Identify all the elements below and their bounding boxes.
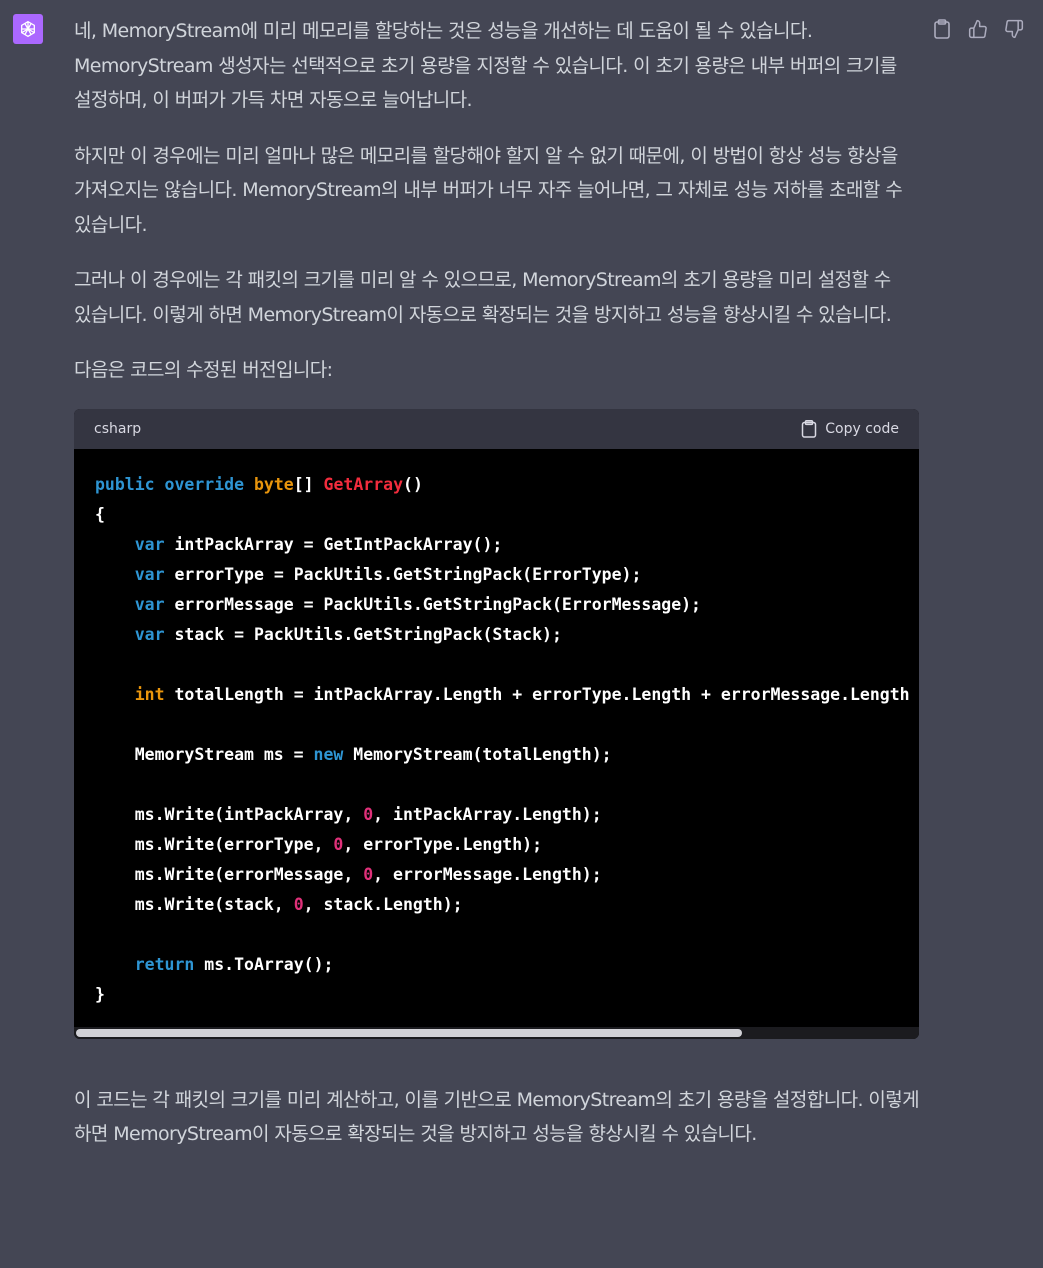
code-token: var	[134, 534, 165, 554]
code-token: 0	[293, 894, 304, 914]
message-actions	[931, 18, 1025, 40]
code-token: return	[134, 954, 195, 974]
code-token: }	[95, 984, 105, 1004]
code-token: public	[95, 474, 155, 494]
copy-code-button[interactable]: Copy code	[801, 419, 899, 438]
code-language-label: csharp	[94, 420, 142, 437]
message-paragraph: 이 코드는 각 패킷의 크기를 미리 계산하고, 이를 기반으로 MemoryS…	[74, 1088, 920, 1146]
code-line: public override byte[] GetArray()	[95, 470, 919, 500]
code-token: MemoryStream ms =	[95, 744, 314, 764]
code-token: errorType = PackUtils.GetStringPack(Erro…	[164, 564, 642, 584]
code-token: ms.Write(stack,	[95, 894, 294, 914]
code-token: , errorMessage.Length);	[373, 864, 602, 884]
code-line: return ms.ToArray();	[95, 950, 919, 980]
clipboard-icon	[934, 19, 950, 39]
clipboard-icon	[802, 419, 817, 438]
code-line: var errorType = PackUtils.GetStringPack(…	[95, 560, 919, 590]
code-line: ms.Write(errorMessage, 0, errorMessage.L…	[95, 860, 919, 890]
code-token: , errorType.Length);	[343, 834, 543, 854]
code-token: 0	[363, 864, 374, 884]
code-token: ms.ToArray();	[194, 954, 334, 974]
thumbs-down-button[interactable]	[1003, 18, 1025, 40]
copy-message-button[interactable]	[931, 18, 953, 40]
thumbs-up-button[interactable]	[967, 18, 989, 40]
scrollbar-thumb[interactable]	[76, 1028, 742, 1037]
message-content: 네, MemoryStream에 미리 메모리를 할당하는 것은 성능을 개선하…	[74, 14, 920, 1173]
code-line: }	[95, 980, 919, 1010]
message-paragraph: 그러나 이 경우에는 각 패킷의 크기를 미리 알 수 있으므로, Memory…	[74, 269, 892, 326]
code-line: var intPackArray = GetIntPackArray();	[95, 530, 919, 560]
thumbs-up-icon	[968, 19, 987, 39]
code-token: , stack.Length);	[303, 894, 463, 914]
code-block: csharp Copy code public override byte[] …	[74, 408, 919, 1039]
code-token: new	[313, 744, 344, 764]
code-line: {	[95, 500, 919, 530]
code-token: , intPackArray.Length);	[373, 804, 602, 824]
code-token: var	[134, 564, 165, 584]
code-token: stack = PackUtils.GetStringPack(Stack);	[164, 624, 562, 644]
code-token: 0	[363, 804, 374, 824]
code-token: []	[293, 474, 324, 494]
code-line: ms.Write(intPackArray, 0, intPackArray.L…	[95, 800, 919, 830]
message-paragraph: 네, MemoryStream에 미리 메모리를 할당하는 것은 성능을 개선하…	[74, 20, 897, 111]
code-token: totalLength = intPackArray.Length + erro…	[174, 684, 910, 704]
code-token: intPackArray = GetIntPackArray();	[164, 534, 503, 554]
code-token: ms.Write(intPackArray,	[95, 804, 364, 824]
code-line: MemoryStream ms = new MemoryStream(total…	[95, 740, 919, 770]
code-token: errorMessage = PackUtils.GetStringPack(E…	[164, 594, 701, 614]
code-token: ms.Write(errorMessage,	[95, 864, 364, 884]
code-header: csharp Copy code	[74, 408, 919, 449]
code-line: ms.Write(stack, 0, stack.Length);	[95, 890, 919, 920]
code-token: 0	[333, 834, 344, 854]
code-token: override	[164, 474, 245, 494]
thumbs-down-icon	[1005, 19, 1024, 39]
code-token: byte	[253, 474, 294, 494]
openai-logo-icon	[21, 20, 35, 38]
code-line: ms.Write(errorType, 0, errorType.Length)…	[95, 830, 919, 860]
code-token: ms.Write(errorType,	[95, 834, 334, 854]
code-token: var	[134, 594, 165, 614]
copy-code-label: Copy code	[825, 420, 899, 437]
message-paragraph: 하지만 이 경우에는 미리 얼마나 많은 메모리를 할당해야 할지 알 수 없기…	[74, 144, 903, 236]
code-token: MemoryStream(totalLength);	[343, 744, 612, 764]
code-token: ()	[403, 474, 423, 494]
code-line: var stack = PackUtils.GetStringPack(Stac…	[95, 620, 919, 650]
horizontal-scrollbar[interactable]	[74, 1026, 919, 1039]
code-line: int totalLength = intPackArray.Length + …	[95, 680, 919, 710]
code-token: int	[134, 684, 165, 704]
message-paragraph: 다음은 코드의 수정된 버전입니다:	[74, 359, 333, 381]
code-token: var	[134, 624, 165, 644]
code-token: GetArray	[323, 474, 404, 494]
code-line: var errorMessage = PackUtils.GetStringPa…	[95, 590, 919, 620]
code-content: public override byte[] GetArray() { var i…	[74, 449, 919, 1010]
assistant-avatar	[13, 14, 43, 44]
code-token: {	[95, 504, 105, 524]
